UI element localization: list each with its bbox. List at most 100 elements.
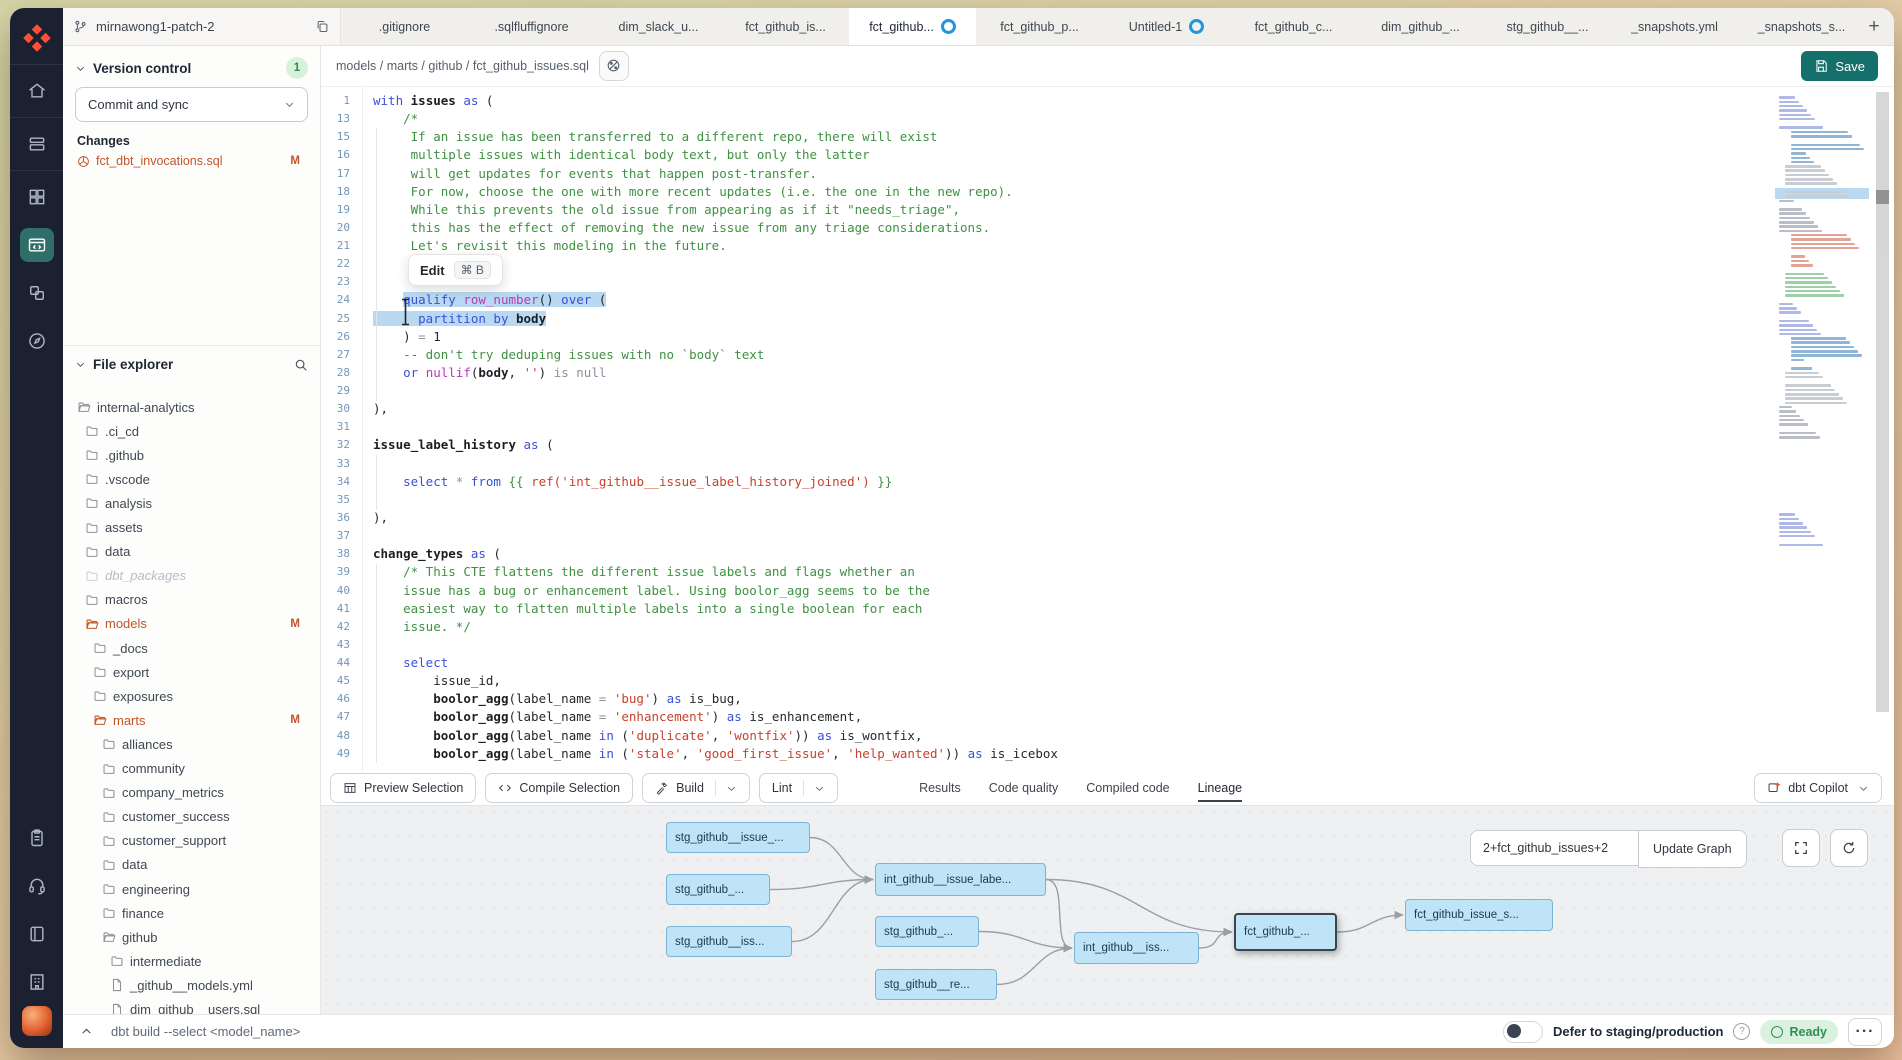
lineage-node[interactable]: fct_github_...	[1234, 913, 1337, 951]
editor-tab[interactable]: fct_github_is...	[722, 8, 849, 45]
lineage-node[interactable]: stg_github__issue_...	[666, 822, 810, 853]
code-line-15[interactable]: 15 If an issue has been transferred to a…	[320, 128, 1894, 146]
code-line-36[interactable]: 36),	[320, 509, 1894, 527]
code-line-34[interactable]: 34 select * from {{ ref('int_github__iss…	[320, 473, 1894, 491]
editor-tab[interactable]: dim_slack_u...	[595, 8, 722, 45]
lineage-node[interactable]: int_github__issue_labe...	[875, 863, 1046, 896]
editor-tab[interactable]: .gitignore	[341, 8, 468, 45]
panel-tab-results[interactable]: Results	[919, 771, 961, 805]
editor-tab[interactable]: _snapshots.yml	[1611, 8, 1738, 45]
code-line-41[interactable]: 41 easiest way to flatten multiple label…	[320, 600, 1894, 618]
tree-folder-customer_success[interactable]: customer_success	[63, 805, 320, 829]
code-line-48[interactable]: 48 boolor_agg(label_name in ('duplicate'…	[320, 727, 1894, 745]
lineage-canvas[interactable]: Update Graph stg_github__issue_... stg_gi…	[320, 805, 1894, 1015]
code-line-25[interactable]: 25 partition by body	[320, 310, 1894, 328]
lineage-selector-input[interactable]	[1470, 830, 1638, 866]
lineage-node[interactable]: fct_github_issue_s...	[1405, 899, 1553, 931]
code-line-32[interactable]: 32issue_label_history as (	[320, 436, 1894, 454]
tree-folder-_docs[interactable]: _docs	[63, 636, 320, 660]
code-line-47[interactable]: 47 boolor_agg(label_name = 'enhancement'…	[320, 708, 1894, 726]
fullscreen-button[interactable]	[1782, 829, 1820, 867]
ide-icon[interactable]	[20, 228, 54, 262]
code-line-17[interactable]: 17 will get updates for events that happ…	[320, 165, 1894, 183]
tree-folder-.github[interactable]: .github	[63, 443, 320, 467]
preview-selection-button[interactable]: Preview Selection	[330, 773, 476, 803]
tree-folder-assets[interactable]: assets	[63, 516, 320, 540]
code-line-23[interactable]: 23	[320, 273, 1894, 291]
tree-folder-engineering[interactable]: engineering	[63, 877, 320, 901]
lineage-node[interactable]: stg_github_...	[666, 874, 770, 905]
code-line-18[interactable]: 18 For now, choose the one with more rec…	[320, 183, 1894, 201]
tree-file-dim_github__users.sql[interactable]: dim_github__users.sql	[63, 998, 320, 1016]
code-line-1[interactable]: 1with issues as (	[320, 92, 1894, 110]
code-line-26[interactable]: 26 ) = 1	[320, 328, 1894, 346]
code-line-42[interactable]: 42 issue. */	[320, 618, 1894, 636]
lint-button[interactable]: Lint	[759, 773, 838, 803]
code-line-37[interactable]: 37	[320, 527, 1894, 545]
commit-and-sync-button[interactable]: Commit and sync	[75, 87, 308, 122]
editor-tab[interactable]: .sqlfluffignore	[468, 8, 595, 45]
editor-tab[interactable]: fct_github_c...	[1230, 8, 1357, 45]
code-line-30[interactable]: 30),	[320, 400, 1894, 418]
tree-folder-community[interactable]: community	[63, 757, 320, 781]
code-line-16[interactable]: 16 multiple issues with identical body t…	[320, 146, 1894, 164]
docs-book-icon[interactable]	[20, 917, 54, 951]
code-line-28[interactable]: 28 or nullif(body, '') is null	[320, 364, 1894, 382]
home-icon[interactable]	[20, 74, 54, 108]
code-line-21[interactable]: 21 Let's revisit this modeling in the fu…	[320, 237, 1894, 255]
command-input[interactable]	[109, 1023, 1503, 1040]
code-line-46[interactable]: 46 boolor_agg(label_name = 'bug') as is_…	[320, 690, 1894, 708]
build-button[interactable]: Build	[642, 773, 750, 803]
editor-tab[interactable]: dim_github_...	[1357, 8, 1484, 45]
tree-folder-internal-analytics[interactable]: internal-analytics	[63, 395, 320, 419]
tree-folder-macros[interactable]: macros	[63, 588, 320, 612]
tasks-clipboard-icon[interactable]	[20, 821, 54, 855]
apps-grid-icon[interactable]	[20, 180, 54, 214]
tree-folder-intermediate[interactable]: intermediate	[63, 949, 320, 973]
tree-folder-alliances[interactable]: alliances	[63, 732, 320, 756]
code-line-31[interactable]: 31	[320, 418, 1894, 436]
code-line-49[interactable]: 49 boolor_agg(label_name in ('stale', 'g…	[320, 745, 1894, 763]
code-line-35[interactable]: 35	[320, 491, 1894, 509]
projects-icon[interactable]	[20, 127, 54, 161]
tree-file-_github__models.yml[interactable]: _github__models.yml	[63, 973, 320, 997]
code-line-13[interactable]: 13 /*	[320, 110, 1894, 128]
tree-folder-analysis[interactable]: analysis	[63, 491, 320, 515]
support-headset-icon[interactable]	[20, 869, 54, 903]
code-line-44[interactable]: 44 select	[320, 654, 1894, 672]
code-line-40[interactable]: 40 issue has a bug or enhancement label.…	[320, 582, 1894, 600]
git-branch-selector[interactable]: mirnawong1-patch-2	[63, 8, 341, 45]
tree-folder-finance[interactable]: finance	[63, 901, 320, 925]
editor-tab[interactable]: Untitled-1	[1103, 8, 1230, 45]
code-editor[interactable]: 1with issues as (13 /*15 If an issue has…	[320, 86, 1894, 771]
lineage-node[interactable]: stg_github_...	[875, 916, 979, 947]
tree-folder-.ci_cd[interactable]: .ci_cd	[63, 419, 320, 443]
editor-tab[interactable]: fct_github_p...	[976, 8, 1103, 45]
tree-folder-export[interactable]: export	[63, 660, 320, 684]
command-bar-expand-button[interactable]	[63, 1025, 109, 1038]
help-icon[interactable]: ?	[1733, 1023, 1750, 1040]
changed-file-row[interactable]: fct_dbt_invocations.sql M	[77, 151, 308, 171]
code-line-19[interactable]: 19 While this prevents the old issue fro…	[320, 201, 1894, 219]
tree-folder-company_metrics[interactable]: company_metrics	[63, 781, 320, 805]
explore-compass-icon[interactable]	[20, 324, 54, 358]
search-icon[interactable]	[294, 358, 308, 372]
editor-minimap[interactable]	[1775, 92, 1869, 692]
user-avatar[interactable]	[22, 1006, 52, 1036]
panel-tab-lineage[interactable]: Lineage	[1198, 771, 1243, 805]
scrollbar-thumb[interactable]	[1876, 190, 1889, 204]
code-line-43[interactable]: 43	[320, 636, 1894, 654]
compile-selection-button[interactable]: Compile Selection	[485, 773, 633, 803]
editor-tab[interactable]: stg_github__...	[1484, 8, 1611, 45]
tree-folder-github[interactable]: github	[63, 925, 320, 949]
open-lineage-icon-button[interactable]	[599, 51, 629, 81]
dbt-copilot-button[interactable]: dbt Copilot	[1754, 773, 1882, 803]
update-graph-button[interactable]: Update Graph	[1638, 830, 1747, 868]
code-line-33[interactable]: 33	[320, 455, 1894, 473]
lineage-node[interactable]: stg_github__re...	[875, 969, 997, 1000]
new-tab-button[interactable]: +	[1854, 8, 1894, 45]
editor-tab[interactable]: _snapshots_s...	[1738, 8, 1854, 45]
lineage-node[interactable]: stg_github__iss...	[666, 926, 792, 957]
editor-tab[interactable]: fct_github...	[849, 8, 976, 45]
tree-folder-.vscode[interactable]: .vscode	[63, 467, 320, 491]
